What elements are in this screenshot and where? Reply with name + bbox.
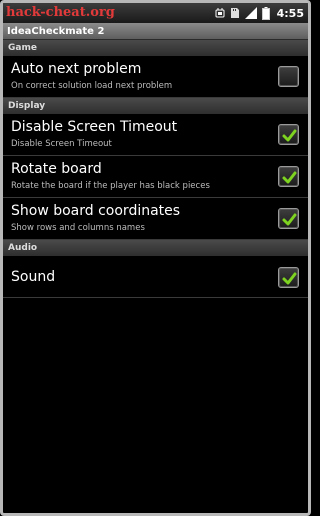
pref-auto-next-problem[interactable]: Auto next problem On correct solution lo… <box>3 56 308 98</box>
rotate-board-checkbox[interactable] <box>278 166 299 187</box>
checkmark-icon <box>282 171 297 184</box>
status-icons: 4:55 <box>215 5 304 21</box>
signal-icon <box>244 7 257 19</box>
pref-title: Show board coordinates <box>11 203 181 219</box>
section-header-game: Game <box>3 40 308 56</box>
battery-icon <box>261 6 270 20</box>
section-header-audio: Audio <box>3 240 308 256</box>
pref-title: Rotate board <box>11 161 102 177</box>
app-title-bar: IdeaCheckmate 2 <box>3 23 308 40</box>
usb-debug-icon <box>215 7 225 19</box>
device-screen: hack-cheat.org 4:55 IdeaCheckmate 2 Game… <box>0 0 311 516</box>
checkmark-icon <box>282 272 297 285</box>
pref-summary: On correct solution load next problem <box>11 81 173 91</box>
status-bar: hack-cheat.org 4:55 <box>3 3 308 23</box>
pref-title: Auto next problem <box>11 61 142 77</box>
pref-summary: Rotate the board if the player has black… <box>11 181 210 191</box>
pref-title: Sound <box>11 269 56 285</box>
screen-timeout-checkbox[interactable] <box>278 124 299 145</box>
pref-summary: Show rows and columns names <box>11 223 145 233</box>
status-clock: 4:55 <box>276 6 304 20</box>
auto-next-checkbox[interactable] <box>278 66 299 87</box>
sound-checkbox[interactable] <box>278 267 299 288</box>
pref-show-board-coordinates[interactable]: Show board coordinates Show rows and col… <box>3 198 308 240</box>
checkmark-icon <box>282 213 297 226</box>
board-coordinates-checkbox[interactable] <box>278 208 299 229</box>
section-header-display: Display <box>3 98 308 114</box>
checkmark-icon <box>282 129 297 142</box>
app-title: IdeaCheckmate 2 <box>7 26 105 37</box>
watermark-text: hack-cheat.org <box>6 5 115 20</box>
pref-title: Disable Screen Timeout <box>11 119 178 135</box>
pref-rotate-board[interactable]: Rotate board Rotate the board if the pla… <box>3 156 308 198</box>
sd-card-icon <box>230 7 240 19</box>
pref-sound[interactable]: Sound <box>3 256 308 298</box>
pref-summary: Disable Screen Timeout <box>11 139 112 149</box>
pref-disable-screen-timeout[interactable]: Disable Screen Timeout Disable Screen Ti… <box>3 114 308 156</box>
